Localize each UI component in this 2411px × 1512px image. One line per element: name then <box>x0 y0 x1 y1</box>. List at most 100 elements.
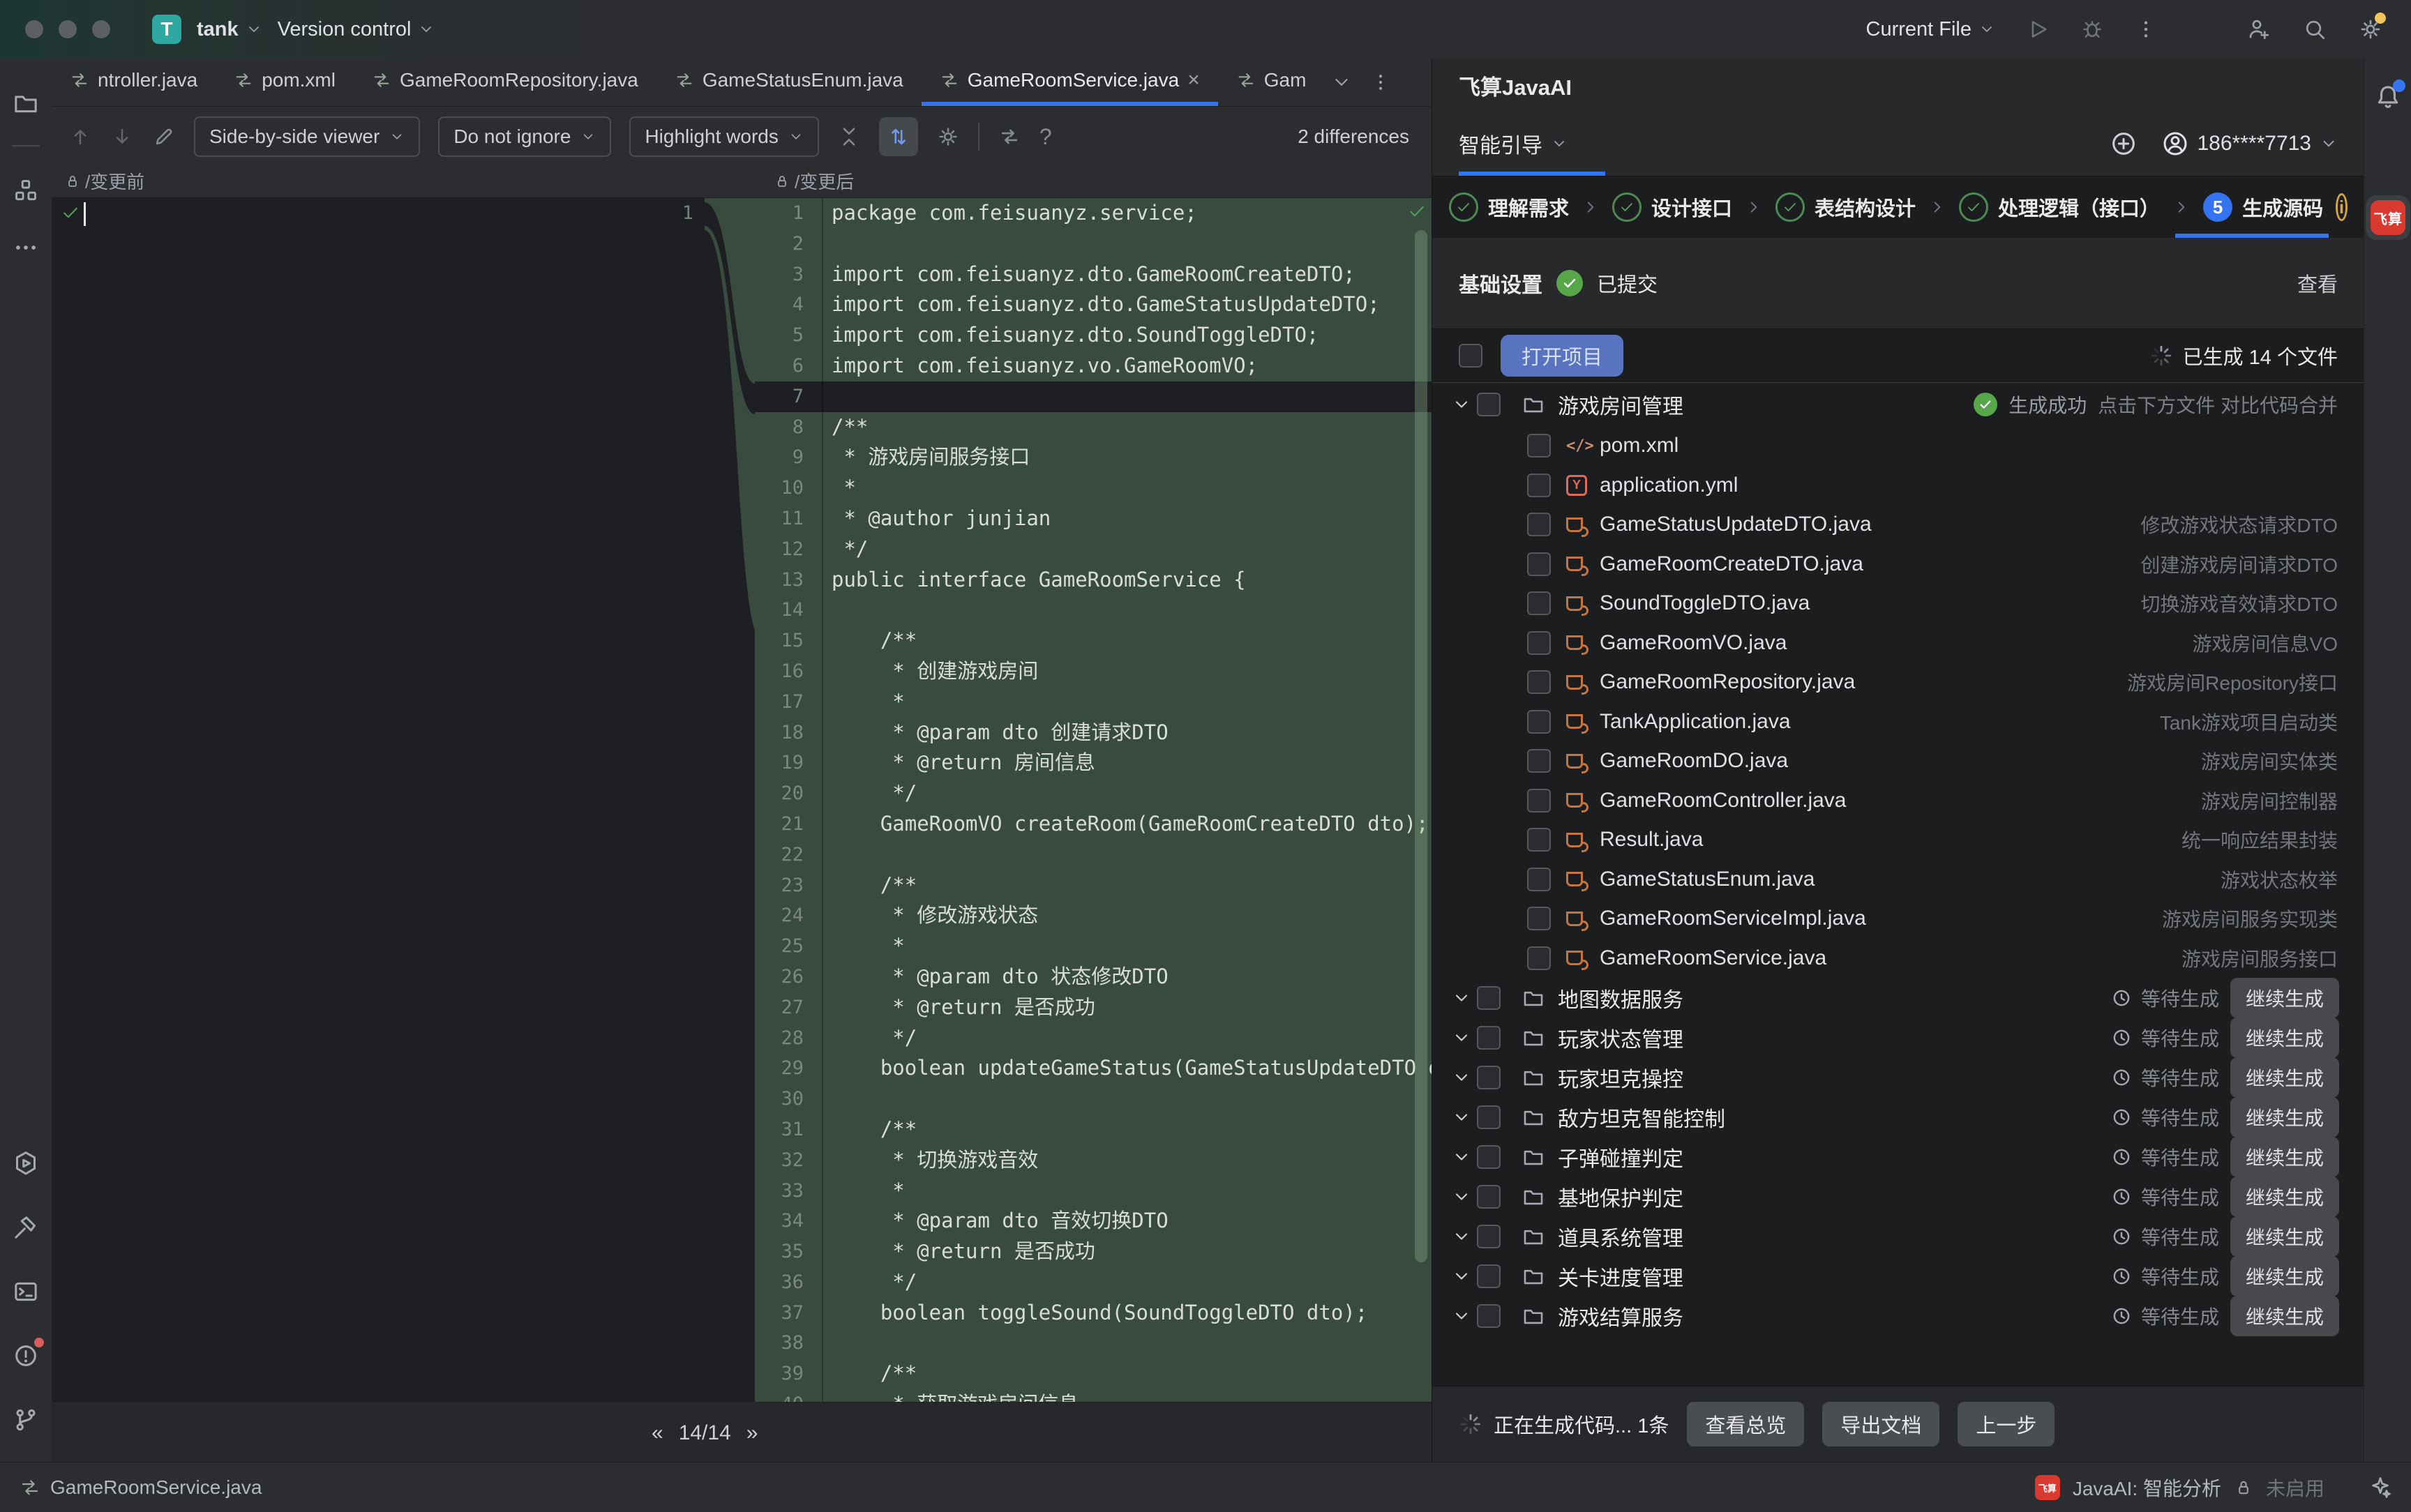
continue-generate-button[interactable]: 继续生成 <box>2230 1177 2339 1217</box>
code-line[interactable]: 22 <box>755 840 1432 870</box>
window-controls[interactable] <box>25 20 110 38</box>
code-line[interactable]: 14 <box>755 595 1432 626</box>
code-line[interactable]: 11 * @author junjian <box>755 504 1432 534</box>
generated-file-row[interactable]: application.yml <box>1432 466 2364 506</box>
code-line[interactable]: 40 * 获取游戏房间信息 <box>755 1389 1432 1402</box>
file-checkbox[interactable] <box>1527 670 1551 694</box>
continue-generate-button[interactable]: 继续生成 <box>2230 1296 2339 1336</box>
expand-chevron-icon[interactable] <box>1446 1028 1477 1048</box>
run-button[interactable] <box>2026 17 2050 41</box>
feisuan-plugin-button[interactable]: 飞算 <box>2366 195 2410 240</box>
pager-previous-button[interactable]: « <box>652 1421 663 1445</box>
generated-file-row[interactable]: GameRoomController.java 游戏房间控制器 <box>1432 781 2364 821</box>
tab-options-kebab-icon[interactable] <box>1370 72 1391 93</box>
ai-assistant-icon[interactable] <box>2368 1475 2393 1500</box>
expand-chevron-icon[interactable] <box>1446 988 1477 1008</box>
group-checkbox[interactable] <box>1477 986 1501 1010</box>
code-line[interactable]: 19 * @return 房间信息 <box>755 748 1432 778</box>
file-checkbox[interactable] <box>1527 868 1551 891</box>
workflow-step[interactable]: 处理逻辑（接口） <box>1959 192 2191 222</box>
services-tool-icon[interactable] <box>12 1149 40 1177</box>
module-group-row[interactable]: 游戏房间管理 生成成功 点击下方文件 对比代码合并 <box>1432 383 2364 426</box>
continue-generate-button[interactable]: 继续生成 <box>2230 1256 2339 1296</box>
generated-file-row[interactable]: GameRoomCreateDTO.java 创建游戏房间请求DTO <box>1432 545 2364 584</box>
code-line[interactable]: 15 /** <box>755 626 1432 656</box>
editor-tab[interactable]: ntroller.java × <box>52 59 216 106</box>
file-checkbox[interactable] <box>1527 710 1551 734</box>
group-checkbox[interactable] <box>1477 1026 1501 1050</box>
workflow-step[interactable]: 理解需求 <box>1449 192 1600 222</box>
project-tool-icon[interactable] <box>12 89 40 117</box>
code-line[interactable]: 23 /** <box>755 870 1432 901</box>
code-line[interactable]: 4 import com.feisuanyz.dto.GameStatusUpd… <box>755 289 1432 320</box>
generated-file-row[interactable]: GameRoomServiceImpl.java 游戏房间服务实现类 <box>1432 899 2364 939</box>
generated-file-row[interactable]: GameStatusUpdateDTO.java 修改游戏状态请求DTO <box>1432 505 2364 545</box>
before-pane[interactable]: 1 <box>52 198 705 1402</box>
expand-chevron-icon[interactable] <box>1446 1267 1477 1286</box>
expand-chevron-icon[interactable] <box>1446 1147 1477 1167</box>
more-tools-icon[interactable] <box>13 234 39 261</box>
file-checkbox[interactable] <box>1527 434 1551 458</box>
pending-module-row[interactable]: 游戏结算服务 等待生成 继续生成 <box>1432 1296 2364 1336</box>
code-line[interactable]: 25 * <box>755 931 1432 962</box>
file-checkbox[interactable] <box>1527 474 1551 497</box>
code-line[interactable]: 30 <box>755 1084 1432 1114</box>
code-line[interactable]: 16 * 创建游戏房间 <box>755 656 1432 687</box>
editor-tab[interactable]: pom.xml × <box>216 59 354 106</box>
code-line[interactable]: 17 * <box>755 687 1432 718</box>
continue-generate-button[interactable]: 继续生成 <box>2230 1097 2339 1137</box>
view-overview-button[interactable]: 查看总览 <box>1687 1402 1804 1446</box>
group-checkbox[interactable] <box>1477 1225 1501 1248</box>
generated-file-row[interactable]: pom.xml <box>1432 426 2364 466</box>
javaai-status-label[interactable]: JavaAI: 智能分析 <box>2073 1474 2221 1502</box>
pending-module-row[interactable]: 关卡进度管理 等待生成 继续生成 <box>1432 1256 2364 1296</box>
group-checkbox[interactable] <box>1477 1145 1501 1169</box>
code-line[interactable]: 34 * @param dto 音效切换DTO <box>755 1206 1432 1237</box>
file-checkbox[interactable] <box>1527 749 1551 773</box>
code-line[interactable]: 20 */ <box>755 778 1432 809</box>
expand-chevron-icon[interactable] <box>1446 1227 1477 1246</box>
code-line[interactable]: 10 * <box>755 473 1432 504</box>
expand-chevron-icon[interactable] <box>1446 395 1477 414</box>
continue-generate-button[interactable]: 继续生成 <box>2230 1216 2339 1257</box>
problems-tool-icon[interactable] <box>12 1342 40 1370</box>
pager-next-button[interactable]: » <box>746 1421 758 1445</box>
generated-file-row[interactable]: Result.java 统一响应结果封装 <box>1432 820 2364 860</box>
pending-module-row[interactable]: 基地保护判定 等待生成 继续生成 <box>1432 1177 2364 1216</box>
pending-module-row[interactable]: 道具系统管理 等待生成 继续生成 <box>1432 1216 2364 1256</box>
code-line[interactable]: 3 import com.feisuanyz.dto.GameRoomCreat… <box>755 259 1432 290</box>
expand-chevron-icon[interactable] <box>1446 1187 1477 1207</box>
collapse-unchanged-icon[interactable] <box>837 125 861 149</box>
open-project-button[interactable]: 打开项目 <box>1501 335 1623 377</box>
group-checkbox[interactable] <box>1477 1105 1501 1129</box>
code-line[interactable]: 12 */ <box>755 534 1432 565</box>
continue-generate-button[interactable]: 继续生成 <box>2230 1057 2339 1098</box>
code-line[interactable]: 39 /** <box>755 1359 1432 1389</box>
edit-icon[interactable] <box>152 125 176 149</box>
search-everywhere-icon[interactable] <box>2302 17 2327 42</box>
code-with-me-icon[interactable] <box>2246 17 2271 42</box>
generated-file-row[interactable]: TankApplication.java Tank游戏项目启动类 <box>1432 702 2364 742</box>
expand-chevron-icon[interactable] <box>1446 1107 1477 1127</box>
account-menu[interactable]: 186****7713 <box>2161 130 2338 158</box>
whitespace-ignore-select[interactable]: Do not ignore <box>438 116 611 157</box>
code-line[interactable]: 5 import com.feisuanyz.dto.SoundToggleDT… <box>755 320 1432 351</box>
debug-button[interactable] <box>2080 17 2104 41</box>
accept-change-check-icon[interactable] <box>60 202 81 223</box>
editor-tab[interactable]: GameStatusEnum.java × <box>656 59 922 106</box>
viewer-mode-select[interactable]: Side-by-side viewer <box>194 116 420 157</box>
code-line[interactable]: 38 <box>755 1328 1432 1359</box>
file-checkbox[interactable] <box>1527 907 1551 930</box>
tab-overflow-chevron-icon[interactable] <box>1331 72 1352 93</box>
version-control-menu[interactable]: Version control <box>278 18 435 41</box>
maximize-window-button[interactable] <box>92 20 110 38</box>
generated-file-row[interactable]: GameRoomRepository.java 游戏房间Repository接口 <box>1432 663 2364 702</box>
after-pane[interactable]: 1 package com.feisuanyz.service; 2 3 imp… <box>755 198 1432 1402</box>
code-line[interactable]: 8 /** <box>755 412 1432 443</box>
group-checkbox[interactable] <box>1477 1264 1501 1288</box>
code-line[interactable]: 9 * 游戏房间服务接口 <box>755 442 1432 473</box>
continue-generate-button[interactable]: 继续生成 <box>2230 1018 2339 1058</box>
workflow-step[interactable]: 设计接口 <box>1612 192 1763 222</box>
code-line[interactable]: 1 package com.feisuanyz.service; <box>755 198 1432 229</box>
run-configuration-select[interactable]: Current File <box>1866 18 1996 41</box>
